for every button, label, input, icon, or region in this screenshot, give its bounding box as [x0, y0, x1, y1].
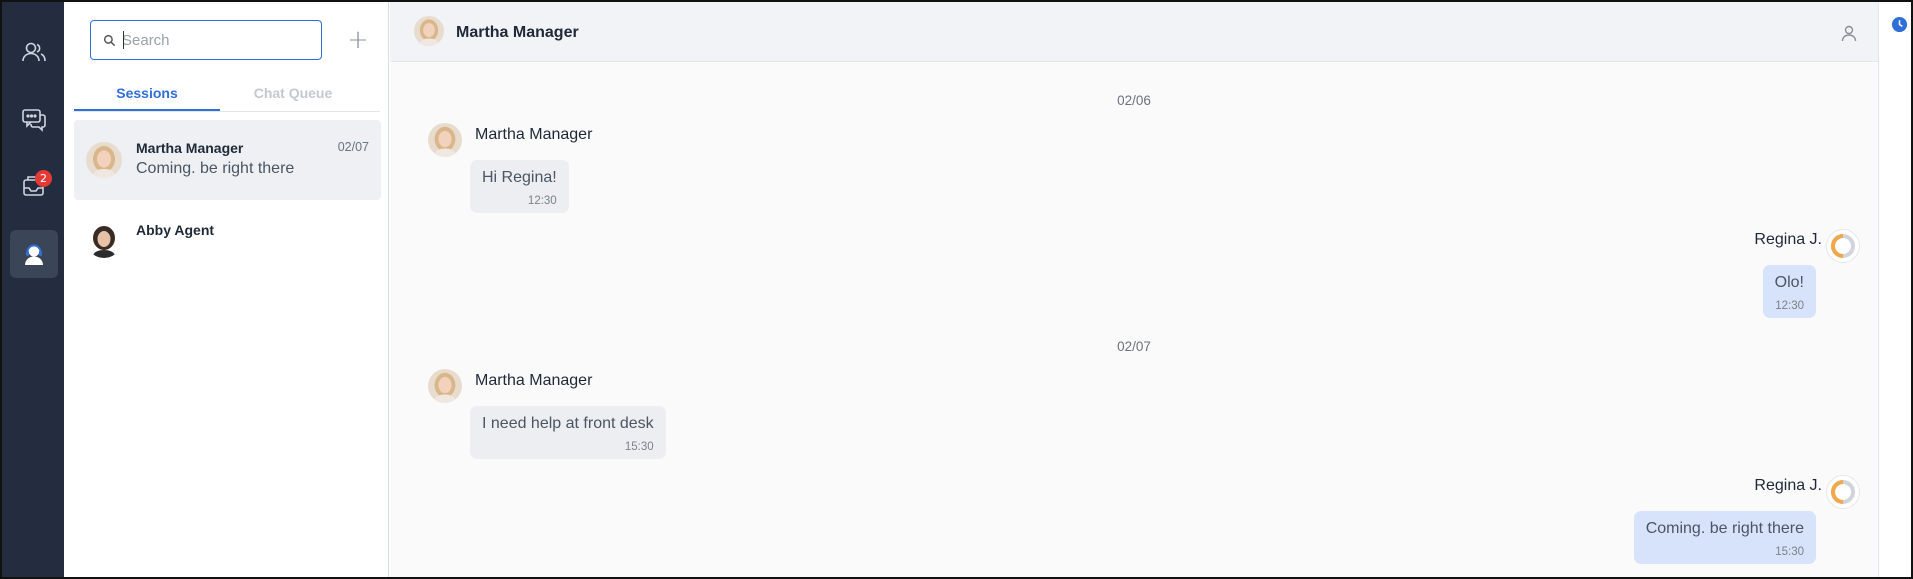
contacts-icon	[22, 42, 46, 62]
sender-name: Martha Manager	[475, 372, 593, 389]
add-session-button[interactable]: +	[344, 25, 372, 55]
message-text: Hi Regina!	[482, 169, 557, 186]
tab-chat-queue[interactable]: Chat Queue	[220, 82, 366, 111]
regina-avatar-icon	[1826, 475, 1860, 509]
sender-avatar	[428, 369, 462, 403]
regina-avatar-icon	[1826, 229, 1860, 263]
nav-rail: 2	[2, 2, 64, 577]
sender-avatar	[428, 123, 462, 157]
session-preview: Coming. be right there	[136, 160, 295, 177]
search-box[interactable]	[90, 20, 322, 60]
date-separator: 02/07	[1117, 339, 1151, 354]
message-time: 15:30	[624, 441, 654, 453]
inbox-badge: 2	[35, 170, 52, 187]
session-item-abby[interactable]: Abby Agent	[74, 202, 381, 282]
message-bubble: I need help at front desk 15:30	[470, 406, 666, 459]
message-time: 12:30	[527, 195, 557, 207]
chat-header-avatar	[414, 16, 444, 46]
nav-contacts-button[interactable]	[10, 28, 58, 76]
tab-sessions[interactable]: Sessions	[74, 82, 220, 111]
sender-name: Martha Manager	[475, 126, 593, 143]
session-name: Abby Agent	[136, 222, 215, 238]
message-bubble: Olo! 12:30	[1762, 265, 1816, 318]
nav-inbox-button[interactable]: 2	[10, 162, 58, 210]
session-name: Martha Manager	[136, 140, 244, 156]
avatar	[86, 222, 122, 258]
message-time: 15:30	[1775, 546, 1804, 558]
message-text: I need help at front desk	[482, 415, 654, 432]
date-separator: 02/06	[1117, 93, 1151, 108]
nav-agent-button[interactable]	[10, 230, 58, 278]
text-caret	[123, 31, 124, 49]
nav-chats-button[interactable]	[10, 95, 58, 143]
user-profile-icon[interactable]	[1840, 24, 1858, 42]
agent-headset-icon	[25, 244, 43, 265]
avatar	[86, 142, 122, 178]
session-date: 02/07	[337, 140, 369, 154]
chat-header: Martha Manager	[390, 2, 1878, 62]
chat-messages: 02/06 Martha Manager Hi Regina! 12:30 Re…	[390, 63, 1878, 577]
message-bubble: Hi Regina! 12:30	[470, 160, 569, 213]
right-rail	[1878, 2, 1911, 577]
plus-icon: +	[347, 25, 369, 55]
session-item-martha[interactable]: Martha Manager 02/07 Coming. be right th…	[74, 120, 381, 200]
session-tabs: Sessions Chat Queue	[74, 82, 380, 112]
message-text: Olo!	[1774, 274, 1804, 291]
search-icon	[103, 34, 116, 46]
sessions-panel: + Sessions Chat Queue Martha Manager 02/…	[64, 2, 389, 577]
search-input[interactable]	[122, 31, 302, 49]
message-time: 12:30	[1775, 300, 1804, 312]
app-window: 2 + Sessions Chat Queue	[0, 0, 1913, 579]
sender-name: Regina J.	[1754, 231, 1822, 248]
message-bubble: Coming. be right there 15:30	[1633, 511, 1816, 564]
clock-icon[interactable]	[1891, 16, 1908, 33]
message-text: Coming. be right there	[1645, 520, 1804, 537]
chat-bubbles-icon	[22, 109, 46, 132]
chat-title: Martha Manager	[456, 24, 579, 41]
sender-name: Regina J.	[1754, 477, 1822, 494]
